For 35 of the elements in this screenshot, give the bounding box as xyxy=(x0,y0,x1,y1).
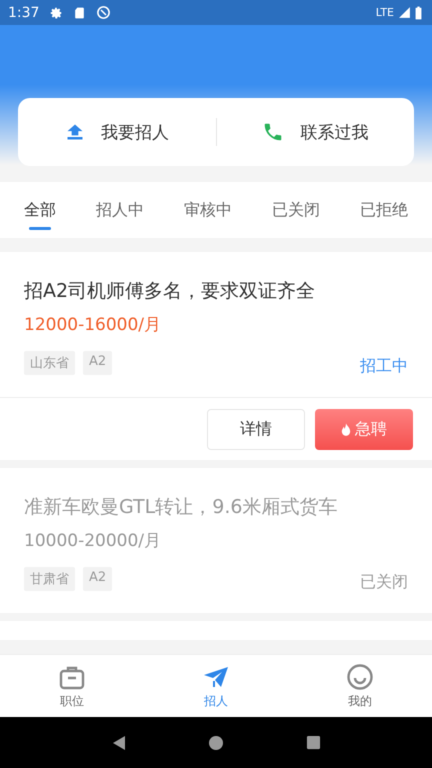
action-button[interactable]: 联系过我 xyxy=(216,98,414,166)
nav-item[interactable]: 我的 xyxy=(288,655,432,717)
job-title: 准新车欧曼GTL转让，9.6米厢式货车 xyxy=(24,495,338,520)
tab[interactable]: 已关闭 xyxy=(264,182,328,238)
smiley-icon xyxy=(346,662,374,690)
job-title: 招A2司机师傅多名，要求双证齐全 xyxy=(24,279,316,304)
recents-icon[interactable] xyxy=(306,735,322,750)
job-status: 已关闭 xyxy=(360,572,408,593)
tag: 山东省 xyxy=(24,350,75,374)
action-button[interactable]: 我要招人 xyxy=(18,98,216,166)
network-label: LTE xyxy=(376,6,394,19)
tag: 甘肃省 xyxy=(24,566,75,590)
tag: A2 xyxy=(83,350,112,374)
tab[interactable]: 已拒绝 xyxy=(352,182,416,238)
salary: 10000-20000/月 xyxy=(24,530,162,553)
upload-icon xyxy=(64,122,85,142)
job-status: 招工中 xyxy=(360,356,408,377)
battery-icon xyxy=(415,6,422,20)
back-icon[interactable] xyxy=(110,734,127,750)
tab[interactable]: 招人中 xyxy=(88,182,152,238)
gear-icon xyxy=(49,6,64,20)
circle-icon xyxy=(96,5,112,20)
phone-icon xyxy=(262,121,284,143)
sd-card-icon xyxy=(73,6,86,20)
signal-icon xyxy=(398,6,411,19)
home-icon[interactable] xyxy=(208,734,224,750)
tab[interactable]: 审核中 xyxy=(176,182,240,238)
tag: A2 xyxy=(83,566,112,590)
nav-item[interactable]: 招人 xyxy=(144,655,288,717)
salary: 12000-16000/月 xyxy=(24,314,162,337)
tab[interactable]: 全部 xyxy=(16,182,64,238)
details-button[interactable]: 详情 xyxy=(207,409,305,450)
flame-icon xyxy=(341,422,351,436)
nav-item[interactable]: 职位 xyxy=(0,655,144,717)
status-time: 1:37 xyxy=(8,4,40,20)
